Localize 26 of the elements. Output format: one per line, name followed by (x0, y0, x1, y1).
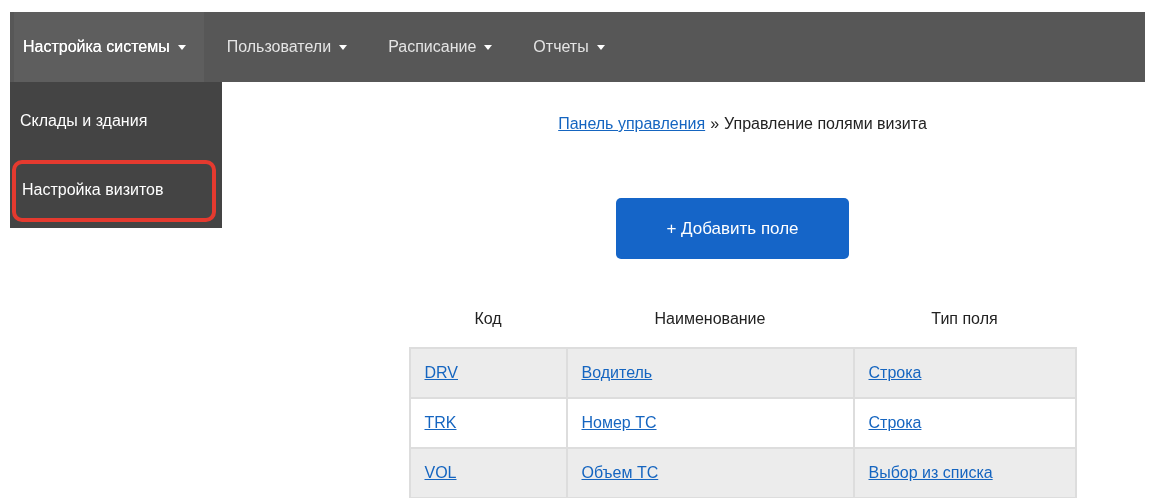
cell-link[interactable]: Объем ТС (581, 464, 659, 481)
nav-menu-item[interactable]: Отчеты (524, 12, 623, 82)
add-field-button[interactable]: + Добавить поле (616, 198, 849, 259)
cell-link[interactable]: Строка (868, 364, 922, 381)
dropdown-item[interactable]: Склады и здания (10, 82, 222, 160)
caret-icon (339, 44, 348, 50)
breadcrumb-separator: » (710, 115, 720, 133)
breadcrumb-current: Управление полями визита (724, 115, 927, 133)
caret-icon (177, 44, 186, 50)
cell-link[interactable]: Номер ТС (581, 414, 657, 431)
cell-link[interactable]: Водитель (581, 364, 653, 381)
cell-link[interactable]: VOL (424, 464, 457, 481)
dropdown-item[interactable]: Настройка визитов (12, 160, 216, 222)
nav-menu-item[interactable]: Расписание (379, 12, 511, 82)
cell-link[interactable]: Выбор из списка (868, 464, 993, 481)
caret-icon (484, 44, 493, 50)
cell-link[interactable]: TRK (424, 414, 457, 431)
nav-menu-item[interactable]: Настройка системы (14, 12, 204, 82)
nav-menu-item[interactable]: Пользователи (217, 12, 366, 82)
cell-link[interactable]: DRV (424, 364, 458, 381)
column-header: Тип поля (853, 291, 1076, 348)
breadcrumb-link[interactable]: Панель управления (558, 115, 706, 133)
cell-link[interactable]: Строка (868, 414, 922, 431)
column-header: Наименование (566, 291, 854, 348)
caret-icon (596, 44, 605, 50)
column-header: Код (409, 291, 567, 348)
